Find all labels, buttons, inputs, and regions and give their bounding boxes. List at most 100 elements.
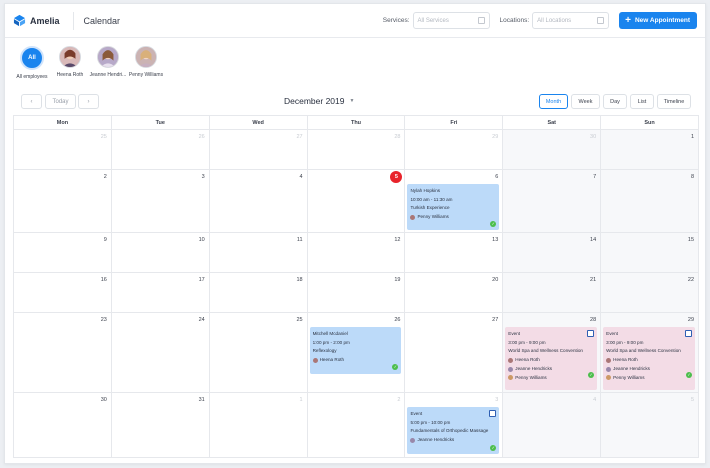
day-number: 21 xyxy=(590,277,597,283)
event-label: Event xyxy=(606,331,618,336)
event-card[interactable]: Event 5:00 pm - 10:00 pm Fundamentals of… xyxy=(407,407,500,454)
day-cell[interactable]: 31 xyxy=(112,393,210,457)
day-cell[interactable]: 28 Event 3:00 pm - 9:00 pm World Spa and… xyxy=(503,313,602,392)
day-cell[interactable]: 6 Nylah Hopkins 10:00 am - 11:30 am Turk… xyxy=(405,170,504,232)
services-select[interactable]: All Services xyxy=(412,12,490,29)
day-number: 18 xyxy=(296,277,303,283)
appointment-card[interactable]: Mitchell Mcdaniel 1:00 pm - 2:00 pm Refl… xyxy=(309,327,402,374)
event-time: 5:00 pm - 10:00 pm xyxy=(410,419,451,425)
day-cell[interactable]: 2 xyxy=(308,393,406,457)
event-card[interactable]: Event 3:00 pm - 9:00 pm World Spa and We… xyxy=(505,327,598,390)
month-picker[interactable]: December 2019 ▼ xyxy=(284,96,354,106)
weekday-label: Wed xyxy=(210,116,308,129)
day-number: 6 xyxy=(495,174,499,180)
day-number: 9 xyxy=(103,237,107,243)
day-cell[interactable]: 18 xyxy=(210,273,308,312)
services-placeholder: All Services xyxy=(417,17,449,24)
day-cell[interactable]: 10 xyxy=(112,233,210,272)
day-number: 28 xyxy=(590,317,597,323)
view-day-button[interactable]: Day xyxy=(603,94,627,109)
employee-all[interactable]: All All employees xyxy=(13,46,51,80)
appointment-card[interactable]: Nylah Hopkins 10:00 am - 11:30 am Turkis… xyxy=(407,184,500,230)
avatar xyxy=(410,438,416,444)
next-month-button[interactable]: › xyxy=(78,94,99,109)
day-cell[interactable]: 23 xyxy=(14,313,112,392)
appointment-time: 1:00 pm - 2:00 pm xyxy=(312,339,350,345)
prev-month-button[interactable]: ‹ xyxy=(21,94,42,109)
day-cell[interactable]: 25 xyxy=(14,130,112,169)
day-cell[interactable]: 1 xyxy=(601,130,699,169)
day-number: 29 xyxy=(687,317,695,323)
view-list-button[interactable]: List xyxy=(630,94,654,109)
day-cell[interactable]: 29 xyxy=(405,130,504,169)
day-number: 11 xyxy=(296,237,303,243)
day-number: 8 xyxy=(690,174,695,180)
appointment-employee: Penny Williams xyxy=(410,213,496,222)
day-number: 3 xyxy=(495,397,499,403)
day-cell[interactable]: 29 Event 3:00 pm - 9:00 pm World Spa and… xyxy=(601,313,699,392)
event-card[interactable]: Event 3:00 pm - 9:00 pm World Spa and We… xyxy=(603,327,696,390)
day-number: 10 xyxy=(198,237,205,243)
day-cell[interactable]: 15 xyxy=(601,233,699,272)
new-appointment-label: New Appointment xyxy=(634,17,690,24)
day-cell[interactable]: 24 xyxy=(112,313,210,392)
day-cell[interactable]: 4 xyxy=(503,393,602,457)
day-cell[interactable]: 25 xyxy=(210,313,308,392)
employee-heena-roth[interactable]: Heena Roth xyxy=(51,46,89,80)
day-cell[interactable]: 11 xyxy=(210,233,308,272)
view-timeline-button[interactable]: Timeline xyxy=(657,94,691,109)
day-cell[interactable]: 13 xyxy=(405,233,504,272)
approved-check-icon: ✓ xyxy=(490,445,497,451)
day-cell[interactable]: 4 xyxy=(210,170,308,232)
day-number: 24 xyxy=(198,317,205,323)
day-cell[interactable]: 27 xyxy=(210,130,308,169)
day-cell[interactable]: 5 xyxy=(601,393,699,457)
day-number: 26 xyxy=(198,134,205,140)
day-cell[interactable]: 27 xyxy=(405,313,504,392)
event-title: World Spa and Wellness Convention xyxy=(508,348,583,354)
chevron-left-icon: ‹ xyxy=(30,98,33,105)
day-cell[interactable]: 1 xyxy=(210,393,308,457)
view-week-button[interactable]: Week xyxy=(571,94,600,109)
week-row: 9 10 11 12 13 14 15 xyxy=(14,233,699,273)
chevron-right-icon: › xyxy=(87,98,90,105)
day-cell[interactable]: 30 xyxy=(14,393,112,457)
day-cell[interactable]: 16 xyxy=(14,273,112,312)
app-window: Amelia Calendar Services: All Services L… xyxy=(4,3,706,464)
day-cell[interactable]: 2 xyxy=(14,170,112,232)
employee-name: Heena Roth xyxy=(515,357,540,363)
day-cell[interactable]: 5 xyxy=(308,170,406,232)
day-cell[interactable]: 17 xyxy=(112,273,210,312)
day-cell[interactable]: 30 xyxy=(503,130,602,169)
day-number: 25 xyxy=(100,134,107,140)
event-calendar-icon xyxy=(685,330,693,337)
day-cell[interactable]: 3 xyxy=(112,170,210,232)
day-cell[interactable]: 8 xyxy=(601,170,699,232)
week-row: 30 31 1 2 3 Event 5:00 pm - 10:00 pm Fun… xyxy=(14,393,699,457)
day-number: 15 xyxy=(687,237,695,243)
employee-name: Penny Williams xyxy=(128,72,164,78)
today-button[interactable]: Today xyxy=(45,94,76,109)
avatar xyxy=(606,358,612,364)
day-cell[interactable]: 26 Mitchell Mcdaniel 1:00 pm - 2:00 pm R… xyxy=(308,313,406,392)
avatar xyxy=(606,366,612,372)
page-title: Calendar xyxy=(83,15,121,26)
employee-jeanne-hendricks[interactable]: Jeanne Hendri... xyxy=(89,46,127,80)
locations-select[interactable]: All Locations xyxy=(532,12,610,29)
day-cell[interactable]: 22 xyxy=(601,273,699,312)
day-cell[interactable]: 26 xyxy=(112,130,210,169)
day-cell[interactable]: 12 xyxy=(308,233,406,272)
day-cell[interactable]: 20 xyxy=(405,273,504,312)
employee-penny-williams[interactable]: Penny Williams xyxy=(127,46,165,80)
day-cell[interactable]: 21 xyxy=(503,273,602,312)
brand[interactable]: Amelia xyxy=(13,14,60,27)
day-cell[interactable]: 9 xyxy=(14,233,112,272)
day-cell[interactable]: 3 Event 5:00 pm - 10:00 pm Fundamentals … xyxy=(405,393,504,457)
new-appointment-button[interactable]: + New Appointment xyxy=(619,12,697,29)
day-cell[interactable]: 19 xyxy=(308,273,406,312)
day-number: 3 xyxy=(201,174,205,180)
view-month-button[interactable]: Month xyxy=(539,94,568,109)
day-cell[interactable]: 7 xyxy=(503,170,602,232)
day-cell[interactable]: 28 xyxy=(308,130,406,169)
day-cell[interactable]: 14 xyxy=(503,233,602,272)
